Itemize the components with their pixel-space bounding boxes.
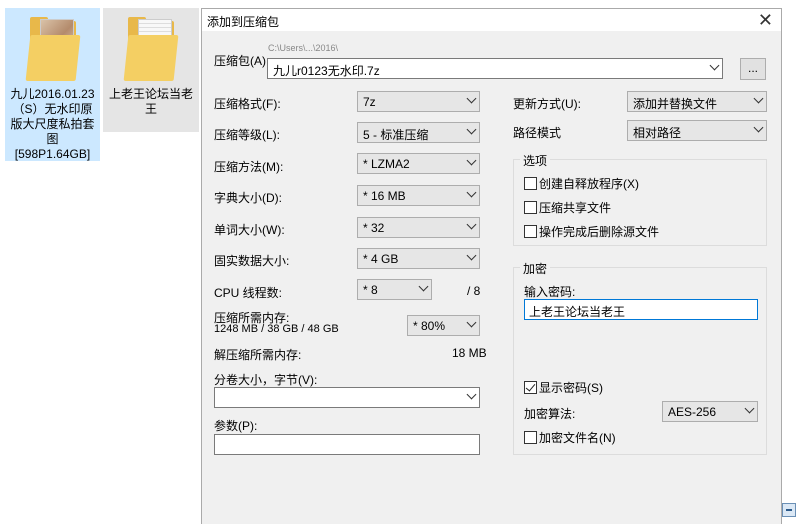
option-delete-checkbox[interactable]: 操作完成后删除源文件 <box>524 223 659 240</box>
chevron-down-icon[interactable] <box>709 60 720 72</box>
mem-decompress-value: 18 MB <box>452 346 487 360</box>
encrypt-names-label: 加密文件名(N) <box>539 431 616 445</box>
mem-compress-select[interactable]: * 80% <box>407 315 480 336</box>
encryption-method-value: AES-256 <box>668 405 717 419</box>
option-sfx-label: 创建自释放程序(X) <box>539 177 639 191</box>
format-value: 7z <box>363 95 376 109</box>
solid-label: 固实数据大小: <box>214 254 290 268</box>
split-label: 分卷大小，字节(V): <box>214 373 318 387</box>
level-select[interactable]: 5 - 标准压缩 <box>357 122 480 143</box>
folder-icon <box>123 15 179 83</box>
format-label: 压缩格式(F): <box>214 97 281 111</box>
archive-label: 压缩包(A) <box>214 54 266 68</box>
word-value: * 32 <box>363 221 385 235</box>
option-shared-label: 压缩共享文件 <box>539 201 612 215</box>
threads-label: CPU 线程数: <box>214 286 283 300</box>
desktop-folder-1[interactable]: 九儿2016.01.23（S）无水印原版大尺度私拍套图[598P1.64GB] <box>5 8 100 161</box>
show-password-checkbox[interactable]: 显示密码(S) <box>524 379 603 396</box>
dialog-title: 添加到压缩包 <box>207 15 280 29</box>
encryption-group-title: 加密 <box>520 260 551 277</box>
chevron-down-icon <box>753 93 764 105</box>
encryption-method-label: 加密算法: <box>524 407 576 421</box>
method-select[interactable]: * LZMA2 <box>357 153 480 174</box>
params-input[interactable] <box>214 434 480 455</box>
format-select[interactable]: 7z <box>357 91 480 112</box>
word-select[interactable]: * 32 <box>357 217 480 238</box>
chevron-down-icon <box>466 93 477 105</box>
option-sfx-checkbox[interactable]: 创建自释放程序(X) <box>524 175 639 192</box>
checkbox-icon[interactable] <box>524 177 537 190</box>
checkbox-icon[interactable] <box>524 431 537 444</box>
taskbar-corner-icon[interactable] <box>782 503 796 517</box>
desktop-file-2[interactable]: 上老王论坛当老王 <box>103 8 199 132</box>
solid-select[interactable]: * 4 GB <box>357 248 480 269</box>
option-shared-checkbox[interactable]: 压缩共享文件 <box>524 199 611 216</box>
encryption-method-select[interactable]: AES-256 <box>662 401 758 422</box>
method-label: 压缩方法(M): <box>214 160 284 174</box>
password-label: 输入密码: <box>524 285 576 299</box>
close-icon[interactable]: ✕ <box>758 10 773 30</box>
checkbox-checked-icon[interactable] <box>524 381 537 394</box>
word-label: 单词大小(W): <box>214 223 285 237</box>
chevron-down-icon <box>466 187 477 199</box>
mem-decompress-label: 解压缩所需内存: <box>214 348 302 362</box>
encryption-group: 加密 输入密码: 上老王论坛当老王 显示密码(S) 加密算法: AES-256 … <box>513 260 767 455</box>
split-combo[interactable] <box>214 387 480 408</box>
update-value: 添加并替换文件 <box>633 97 718 111</box>
desktop-folder-label: 九儿2016.01.23（S）无水印原版大尺度私拍套图[598P1.64GB] <box>10 87 95 161</box>
mem-compress-value: * 80% <box>413 319 446 333</box>
pathmode-select[interactable]: 相对路径 <box>627 120 767 141</box>
options-group: 选项 创建自释放程序(X) 压缩共享文件 操作完成后删除源文件 <box>513 152 767 246</box>
pathmode-label: 路径模式 <box>513 126 562 140</box>
threads-select[interactable]: * 8 <box>357 279 432 300</box>
level-label: 压缩等级(L): <box>214 128 281 142</box>
browse-button[interactable]: ... <box>740 58 766 80</box>
dict-label: 字典大小(D): <box>214 191 282 205</box>
solid-value: * 4 GB <box>363 252 399 266</box>
desktop-file-label: 上老王论坛当老王 <box>108 87 193 116</box>
chevron-down-icon <box>753 122 764 134</box>
password-input[interactable]: 上老王论坛当老王 <box>524 299 758 320</box>
threads-max: / 8 <box>467 284 481 298</box>
checkbox-icon[interactable] <box>524 201 537 214</box>
threads-value: * 8 <box>363 283 378 297</box>
update-label: 更新方式(U): <box>513 97 581 111</box>
chevron-down-icon <box>466 250 477 262</box>
archive-path-combo[interactable]: 九儿r0123无水印.7z <box>267 58 723 79</box>
dict-value: * 16 MB <box>363 189 406 203</box>
archive-path-value: 九儿r0123无水印.7z <box>273 64 380 78</box>
chevron-down-icon <box>466 124 477 136</box>
folder-icon <box>25 15 80 83</box>
pathmode-value: 相对路径 <box>633 126 682 140</box>
dict-select[interactable]: * 16 MB <box>357 185 480 206</box>
chevron-down-icon <box>466 317 477 329</box>
archive-path-hint: C:\Users\...\2016\ <box>268 43 339 51</box>
dialog-titlebar: 添加到压缩包 ✕ <box>202 9 781 31</box>
show-password-label: 显示密码(S) <box>539 381 603 395</box>
checkbox-icon[interactable] <box>524 225 537 238</box>
params-label: 参数(P): <box>214 419 258 433</box>
encrypt-names-checkbox[interactable]: 加密文件名(N) <box>524 429 616 446</box>
options-group-title: 选项 <box>520 152 551 169</box>
chevron-down-icon <box>744 403 755 415</box>
update-select[interactable]: 添加并替换文件 <box>627 91 767 112</box>
add-to-archive-dialog: 添加到压缩包 ✕ 压缩包(A) C:\Users\...\2016\ 九儿r01… <box>201 8 782 524</box>
method-value: * LZMA2 <box>363 157 410 171</box>
mem-compress-detail: 1248 MB / 38 GB / 48 GB <box>214 323 339 335</box>
level-value: 5 - 标准压缩 <box>363 128 429 142</box>
chevron-down-icon <box>418 281 429 293</box>
chevron-down-icon <box>466 219 477 231</box>
chevron-down-icon <box>466 155 477 167</box>
option-delete-label: 操作完成后删除源文件 <box>539 225 660 239</box>
chevron-down-icon <box>466 389 477 401</box>
